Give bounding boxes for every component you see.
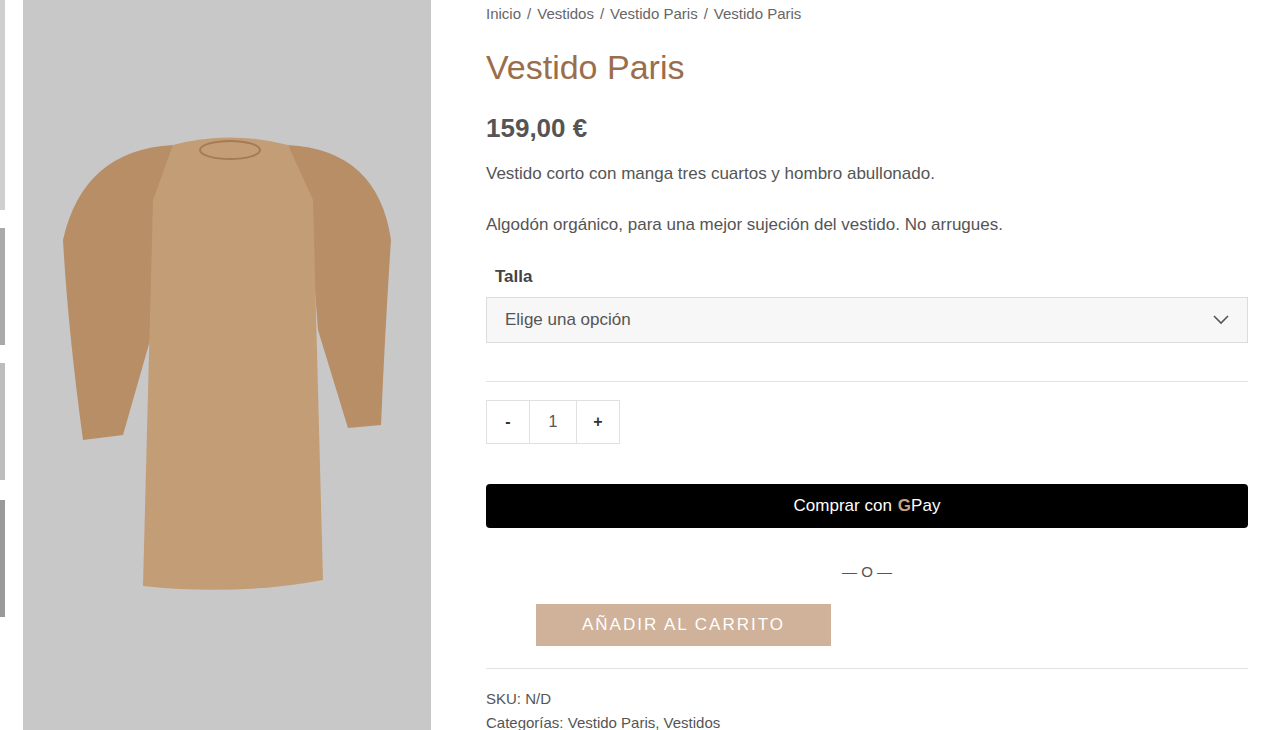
product-description: Algodón orgánico, para una mejor sujeció…	[486, 212, 1248, 238]
chevron-down-icon	[1213, 315, 1229, 325]
thumbnail[interactable]	[0, 0, 5, 210]
thumbnail[interactable]	[0, 500, 5, 617]
or-divider: — O —	[486, 562, 1248, 582]
breadcrumb: Inicio / Vestidos / Vestido Paris / Vestido Pa…	[486, 4, 1248, 24]
thumbnail-strip	[0, 0, 23, 730]
product-info: Inicio / Vestidos / Vestido Paris / Vestido Pa…	[486, 0, 1248, 730]
size-select[interactable]: Elige una opción	[486, 297, 1248, 343]
breadcrumb-item[interactable]: Vestidos	[537, 4, 594, 24]
gpay-brand: GPay	[898, 493, 941, 519]
divider	[486, 381, 1248, 382]
product-image[interactable]	[23, 0, 431, 730]
gpay-label: Comprar con	[794, 493, 892, 519]
add-to-cart-button[interactable]: AÑADIR AL CARRITO	[536, 604, 831, 646]
pay-text: Pay	[911, 493, 940, 519]
dress-icon	[23, 0, 431, 730]
quantity: -1+	[486, 400, 1248, 444]
thumbnail[interactable]	[0, 363, 5, 480]
quantity-plus[interactable]: +	[576, 400, 620, 444]
quantity-minus[interactable]: -	[486, 400, 530, 444]
sku: SKU: N/D	[486, 689, 1248, 709]
size-placeholder: Elige una opción	[505, 307, 631, 333]
categories: Categorías: Vestido Paris, Vestidos	[486, 713, 1248, 730]
quantity-input[interactable]: 1	[530, 400, 576, 444]
breadcrumb-item[interactable]: Vestido Paris	[714, 4, 802, 24]
add-to-cart-row: AÑADIR AL CARRITO	[486, 604, 1248, 646]
thumbnail[interactable]	[0, 228, 5, 345]
breadcrumb-separator: /	[527, 4, 531, 24]
product-price: 159,00 €	[486, 112, 1248, 144]
divider	[486, 668, 1248, 669]
breadcrumb-separator: /	[704, 4, 708, 24]
gpay-button[interactable]: Comprar conGPay	[486, 484, 1248, 528]
breadcrumb-separator: /	[600, 4, 604, 24]
breadcrumb-item[interactable]: Vestido Paris	[610, 4, 698, 24]
size-label: Talla	[495, 265, 1248, 289]
breadcrumb-item[interactable]: Inicio	[486, 4, 521, 24]
product-title: Vestido Paris	[486, 47, 1248, 87]
google-logo: G	[898, 493, 911, 519]
product-description: Vestido corto con manga tres cuartos y h…	[486, 161, 1248, 187]
